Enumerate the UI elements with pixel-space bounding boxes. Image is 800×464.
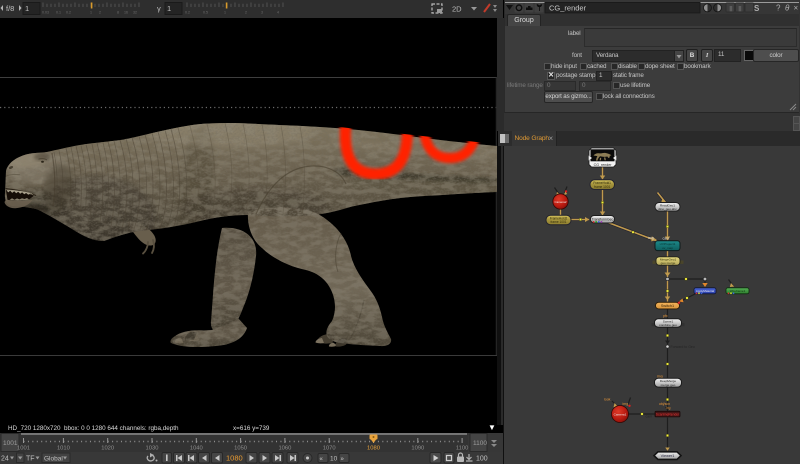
svg-text:1001: 1001 <box>17 446 30 452</box>
svg-text:1050: 1050 <box>234 446 247 452</box>
svg-text:combine geo: combine geo <box>659 323 677 327</box>
svg-text:img: img <box>648 236 654 240</box>
svg-text:1100: 1100 <box>456 446 468 452</box>
svg-text:1030: 1030 <box>146 446 159 452</box>
svg-text:1070: 1070 <box>323 446 336 452</box>
svg-text:×: × <box>794 4 799 13</box>
svg-text:16: 16 <box>124 11 128 15</box>
svg-text:1: 1 <box>167 4 171 13</box>
svg-text:CG_render: CG_render <box>549 4 587 13</box>
svg-text:1020: 1020 <box>101 446 114 452</box>
svg-text:▮: ▮ <box>729 6 733 13</box>
svg-text:1100: 1100 <box>473 440 487 447</box>
svg-text:cam: cam <box>663 237 670 241</box>
svg-text:0.2: 0.2 <box>66 11 71 15</box>
svg-text:TF: TF <box>26 456 35 463</box>
svg-text:1001: 1001 <box>3 440 18 447</box>
svg-text:Global: Global <box>44 456 63 463</box>
svg-text:1080: 1080 <box>367 446 380 452</box>
svg-text:f/8: f/8 <box>6 4 14 13</box>
svg-text:2: 2 <box>99 11 101 15</box>
svg-text:geo merge: geo merge <box>661 261 676 265</box>
svg-text:0.03: 0.03 <box>42 11 49 15</box>
svg-text:1090: 1090 <box>411 446 424 452</box>
svg-text:?: ? <box>776 4 781 13</box>
svg-text:8: 8 <box>117 11 119 15</box>
svg-text:10: 10 <box>330 456 338 463</box>
svg-text:Wireframe1: Wireframe1 <box>730 289 746 293</box>
svg-text:γ: γ <box>157 4 161 13</box>
svg-text:1: 1 <box>90 11 92 15</box>
svg-text:pfx: pfx <box>663 314 668 318</box>
svg-text:2: 2 <box>245 11 247 15</box>
svg-text:img: img <box>623 402 629 406</box>
svg-text:1010: 1010 <box>57 446 70 452</box>
svg-text:TransformGeo: TransformGeo <box>592 218 614 222</box>
svg-text:uv_map: uv_map <box>662 246 673 250</box>
svg-text:24: 24 <box>1 456 9 463</box>
svg-text:Camera1: Camera1 <box>614 413 627 417</box>
svg-text:0.2: 0.2 <box>185 11 190 15</box>
svg-text:3: 3 <box>261 11 263 15</box>
svg-text:frame 1001: frame 1001 <box>550 220 566 224</box>
svg-text:1: 1 <box>224 11 226 15</box>
svg-text:1040: 1040 <box>190 446 203 452</box>
svg-text:Viewer1: Viewer1 <box>661 454 675 458</box>
svg-text:S: S <box>754 4 760 13</box>
svg-text:1080: 1080 <box>226 454 243 463</box>
svg-text:look: look <box>604 398 611 402</box>
svg-text:100: 100 <box>476 456 488 463</box>
svg-text:CG_render: CG_render <box>594 163 613 167</box>
svg-text:cam: cam <box>646 415 653 419</box>
svg-text:Camera2: Camera2 <box>555 200 567 204</box>
svg-text:Forward to Geo: Forward to Geo <box>671 345 695 349</box>
svg-text:4: 4 <box>277 11 279 15</box>
svg-text:ScanlineRender: ScanlineRender <box>656 413 680 417</box>
svg-text:32: 32 <box>133 11 137 15</box>
svg-text:frame 1001: frame 1001 <box>594 185 610 189</box>
svg-text:1: 1 <box>25 4 29 13</box>
svg-text:▮: ▮ <box>738 6 742 13</box>
svg-text:0.1: 0.1 <box>56 11 61 15</box>
svg-text:1060: 1060 <box>278 446 291 452</box>
svg-text:bg: bg <box>667 406 671 410</box>
svg-text:Switch1: Switch1 <box>661 304 674 308</box>
svg-text:dino_geo.abc: dino_geo.abc <box>658 207 677 211</box>
svg-text:merge geo: merge geo <box>661 383 676 387</box>
svg-text:θ: θ <box>785 4 790 13</box>
svg-text:0.5: 0.5 <box>203 11 208 15</box>
svg-text:2D: 2D <box>452 5 462 14</box>
